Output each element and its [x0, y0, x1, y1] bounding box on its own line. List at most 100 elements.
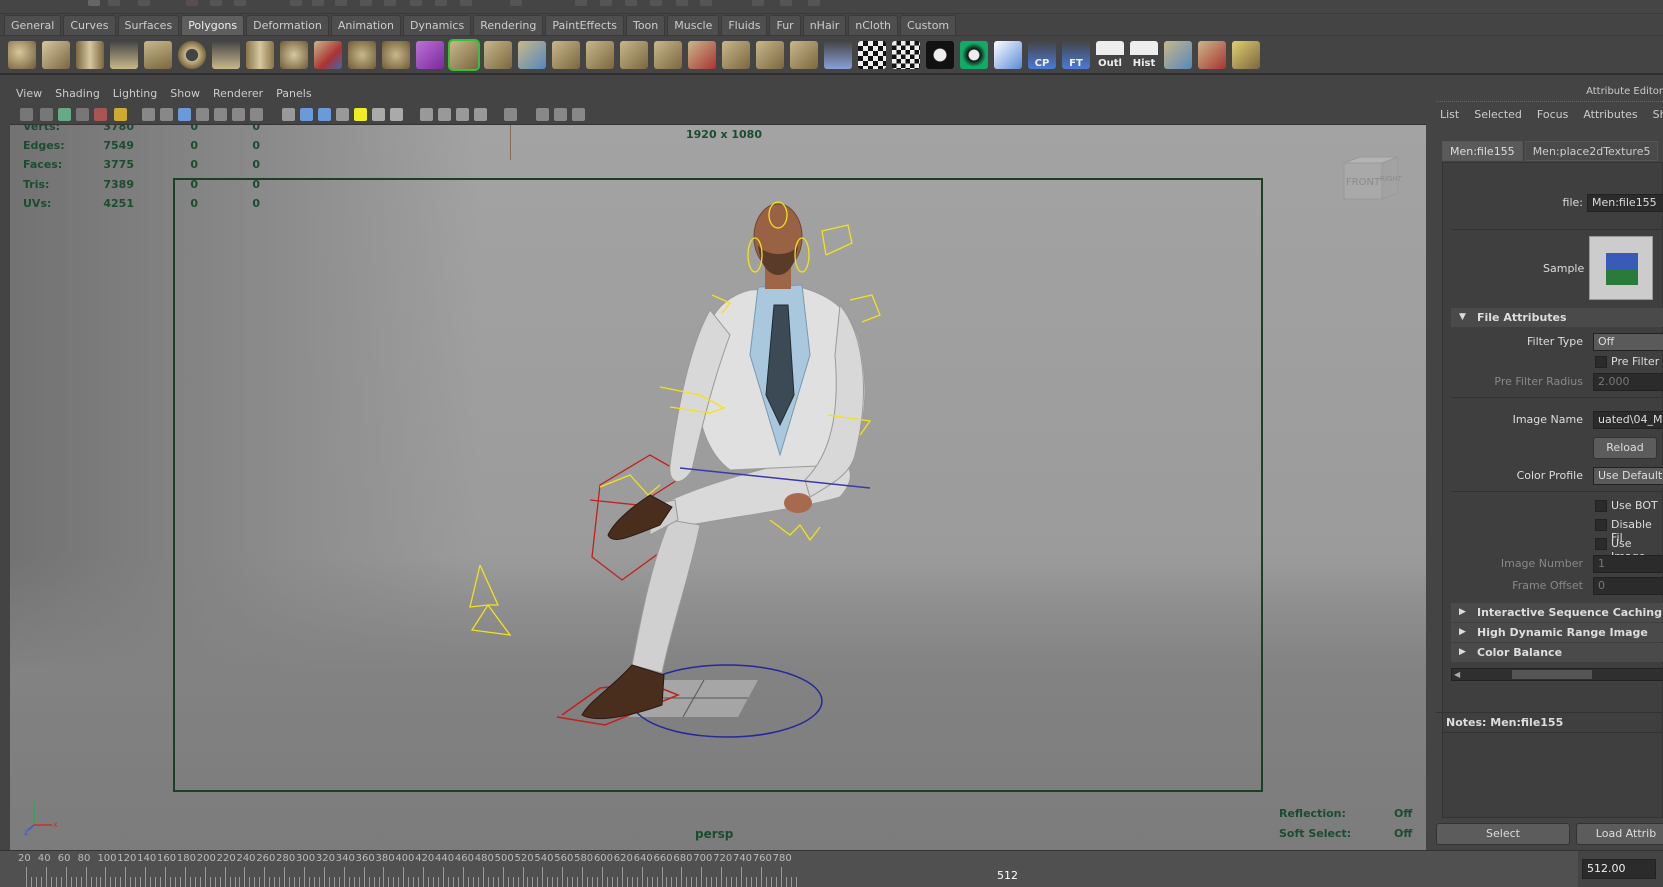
uv-cut-icon[interactable] — [1198, 41, 1226, 69]
ae-menu-show[interactable]: Show — [1653, 106, 1663, 124]
status-icon[interactable] — [625, 0, 637, 6]
pre-filter-radius-field[interactable]: 2.000 — [1593, 373, 1663, 391]
ae-menu-focus[interactable]: Focus — [1537, 106, 1568, 124]
frame-selected-icon[interactable] — [554, 108, 567, 121]
smooth-icon[interactable] — [416, 41, 444, 69]
menu-view[interactable]: View — [16, 84, 42, 104]
grease-pencil-icon[interactable] — [114, 108, 127, 121]
filter-type-select[interactable]: Off — [1593, 333, 1663, 351]
resolution-gate-icon[interactable] — [178, 108, 191, 121]
tab-dynamics[interactable]: Dynamics — [402, 15, 472, 35]
grid-icon[interactable] — [142, 108, 155, 121]
scroll-left-icon[interactable]: ◀ — [1454, 670, 1460, 679]
tab-custom[interactable]: Custom — [900, 15, 957, 35]
section-caching[interactable]: ▶Interactive Sequence Caching Op — [1451, 603, 1663, 638]
menu-panels[interactable]: Panels — [276, 84, 311, 104]
tab-file-node[interactable]: Men:file155 — [1442, 141, 1523, 161]
poly-soccer-icon[interactable] — [280, 41, 308, 69]
field-chart-icon[interactable] — [214, 108, 227, 121]
bookmarks-icon[interactable] — [58, 108, 71, 121]
poly-pipe-icon[interactable] — [246, 41, 274, 69]
history-button[interactable]: Hist — [1130, 41, 1158, 69]
select-camera-icon[interactable] — [20, 108, 33, 121]
uv-sew-icon[interactable] — [1232, 41, 1260, 69]
ft-button[interactable]: FT — [1062, 41, 1090, 69]
checker-icon[interactable] — [858, 41, 886, 69]
safe-title-icon[interactable] — [250, 108, 263, 121]
texture-icon[interactable] — [926, 41, 954, 69]
status-icon[interactable] — [210, 0, 222, 6]
hypershade-icon[interactable] — [994, 41, 1022, 69]
status-icon[interactable] — [510, 0, 522, 6]
poly-sphere-icon[interactable] — [8, 41, 36, 69]
high-quality-icon[interactable] — [390, 108, 403, 121]
frame-offset-field[interactable]: 0 — [1593, 577, 1663, 595]
tab-surfaces[interactable]: Surfaces — [117, 15, 180, 35]
current-frame-marker[interactable]: 512 — [997, 869, 1018, 882]
tab-deformation[interactable]: Deformation — [246, 15, 329, 35]
status-icon[interactable] — [335, 0, 347, 6]
status-icon[interactable] — [360, 0, 372, 6]
menu-shading[interactable]: Shading — [55, 84, 100, 104]
status-icon[interactable] — [575, 0, 587, 6]
status-icon[interactable] — [312, 0, 324, 6]
bevel-icon[interactable] — [586, 41, 614, 69]
film-gate-icon[interactable] — [160, 108, 173, 121]
uv-editor-icon[interactable] — [960, 41, 988, 69]
current-frame-field[interactable]: 512.00 — [1582, 859, 1656, 879]
two-d-pan-icon[interactable] — [94, 108, 107, 121]
load-attributes-button[interactable]: Load Attrib — [1576, 823, 1663, 845]
safe-action-icon[interactable] — [232, 108, 245, 121]
ae-menu-list[interactable]: List — [1440, 106, 1459, 124]
split-icon[interactable] — [552, 41, 580, 69]
xray-components-icon[interactable] — [474, 108, 487, 121]
status-icon[interactable] — [290, 0, 302, 6]
status-icon[interactable] — [234, 0, 246, 6]
color-profile-select[interactable]: Use Default I — [1593, 467, 1663, 485]
poly-plane-icon[interactable] — [144, 41, 172, 69]
reload-button[interactable]: Reload — [1593, 437, 1657, 459]
tab-painteffects[interactable]: PaintEffects — [545, 15, 624, 35]
section-hdr-preview[interactable]: ▶High Dynamic Range Image Prev — [1451, 623, 1663, 658]
cp-button[interactable]: CP — [1028, 41, 1056, 69]
status-icon[interactable] — [650, 0, 662, 6]
status-icon[interactable] — [435, 0, 447, 6]
status-icon[interactable] — [410, 0, 422, 6]
poly-cone-icon[interactable] — [110, 41, 138, 69]
lock-camera-icon[interactable] — [40, 108, 53, 121]
checker-uv-icon[interactable] — [892, 41, 920, 69]
tab-nhair[interactable]: nHair — [802, 15, 847, 35]
time-ruler[interactable]: 20 40 60 80 100 120 140 160 180 200 220 240 260 280 30… — [0, 851, 1578, 887]
menu-show[interactable]: Show — [170, 84, 200, 104]
panel-divider[interactable] — [1426, 84, 1436, 850]
disable-file-checkbox[interactable] — [1595, 519, 1607, 531]
poly-torus-icon[interactable] — [178, 41, 206, 69]
status-icon[interactable] — [600, 0, 612, 6]
menu-lighting[interactable]: Lighting — [113, 84, 157, 104]
status-icon[interactable] — [700, 0, 712, 6]
image-name-field[interactable]: uated\04_Man — [1593, 411, 1663, 429]
planar-mapping-icon[interactable] — [790, 41, 818, 69]
tab-toon[interactable]: Toon — [625, 15, 666, 35]
image-plane-icon[interactable] — [76, 108, 89, 121]
gate-mask-icon[interactable] — [196, 108, 209, 121]
perspective-viewport[interactable]: Verts: 3780 0 0 Edges: 7549 0 0 Faces: 3… — [10, 125, 1426, 850]
status-icon[interactable] — [752, 0, 764, 6]
uv-layout-icon[interactable] — [1164, 41, 1192, 69]
tab-place2d-node[interactable]: Men:place2dTexture5 — [1524, 141, 1659, 161]
status-icon[interactable] — [780, 0, 792, 6]
menu-renderer[interactable]: Renderer — [213, 84, 263, 104]
ae-menu-attributes[interactable]: Attributes — [1583, 106, 1637, 124]
bridge-icon[interactable] — [484, 41, 512, 69]
section-color-balance[interactable]: ▶ Color Balance — [1451, 643, 1663, 662]
select-objects-icon[interactable] — [504, 108, 517, 121]
isolate-select-icon[interactable] — [420, 108, 433, 121]
merge-icon[interactable] — [654, 41, 682, 69]
use-image-checkbox[interactable] — [1595, 538, 1607, 550]
poly-prism-icon[interactable] — [212, 41, 240, 69]
pre-filter-checkbox[interactable] — [1595, 356, 1607, 368]
share-icon[interactable] — [572, 108, 585, 121]
select-button[interactable]: Select — [1436, 823, 1570, 845]
combine-icon[interactable] — [314, 41, 342, 69]
separate-icon[interactable] — [348, 41, 376, 69]
